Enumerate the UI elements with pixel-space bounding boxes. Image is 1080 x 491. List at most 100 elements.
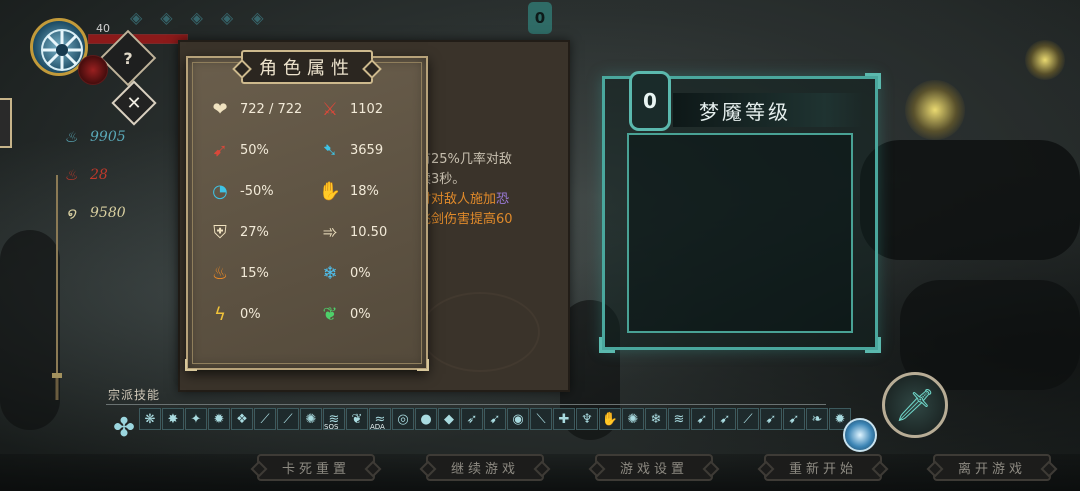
stat-defense[interactable]: ⛨ 27% <box>206 219 316 246</box>
item-effect-text: 飞剑伤害提高60 <box>418 212 513 227</box>
stat-value: 0% <box>240 307 261 322</box>
blade-icon[interactable]: ⟋ <box>737 408 759 430</box>
frost-shard-icon[interactable]: ❋ <box>139 408 161 430</box>
attributes-grid: ❤ 722 / 722 ⚔ 1102 ➹ 50% ➷ 3659 ◔ -50% ✋ 18% ⛨… <box>206 96 416 328</box>
sect-skills-label: 宗派技能 <box>108 388 161 402</box>
poison-icon: ❦ <box>322 304 338 325</box>
crit-slash-icon: ➹ <box>212 140 228 161</box>
nightmare-content-area <box>627 133 853 333</box>
wind-icon[interactable]: ≋ SOS <box>323 408 345 431</box>
frost-arrow-icon[interactable]: ➹ <box>691 408 713 430</box>
stat-attack[interactable]: ⚔ 1102 <box>316 96 416 123</box>
frost-arrow-icon[interactable]: ➹ <box>714 408 736 430</box>
wind-dash-icon[interactable]: ✦ <box>185 408 207 430</box>
stat-fire[interactable]: ♨ 15% <box>206 260 316 287</box>
red-buff-badge <box>78 55 108 85</box>
skill-badge-text: ADA <box>370 423 385 431</box>
fire-icon: ♨ <box>211 263 229 284</box>
continue-game-button[interactable]: 继续游戏 <box>426 454 544 481</box>
resource-value: 28 <box>90 167 108 183</box>
resource-value: 9580 <box>90 205 126 221</box>
stat-value: 10.50 <box>350 225 388 240</box>
frost-orb-icon[interactable] <box>843 418 877 452</box>
frost-figure-icon[interactable]: ♆ <box>576 408 598 430</box>
stat-value: 27% <box>240 225 269 240</box>
nightmare-level-badge: 0 <box>629 71 671 131</box>
slash-icon[interactable]: ⟍ <box>530 408 552 430</box>
game-settings-button[interactable]: 游戏设置 <box>595 454 713 481</box>
item-description-line: 时对敌人施加恐 <box>418 190 513 210</box>
resource-value: 9905 <box>90 129 126 145</box>
sect-skills-row: ✤ ❋ ✸ ✦ ✹ ❖ ⟋ ⟋ ✺ ≋ SOS ❦ ≈ ADA ◎ ● ◆ ➶ ➹ ◉ ⟍ ✚ ♆ ✋ ✺ ❄ ≋ ➹ ➹ ⟋ ➹ ➹ ❧ ✹ <box>110 408 851 448</box>
blue-flame-icon: ♨ <box>64 128 78 146</box>
crystal-sword-icon[interactable]: 🗡 <box>882 372 948 438</box>
boot-speed-icon: ➾ <box>322 222 338 243</box>
spiral-icon[interactable]: ◎ <box>392 408 414 430</box>
ice-spike-icon[interactable]: ✸ <box>162 408 184 430</box>
panel-corner <box>185 359 197 371</box>
cooldown-icon: ◔ <box>212 181 228 202</box>
blade-icon[interactable]: ⟋ <box>277 408 299 430</box>
wind-icon[interactable]: ≋ <box>668 408 690 430</box>
ice-fang-icon[interactable]: ❦ <box>346 408 368 430</box>
frost-star-icon[interactable]: ✺ <box>622 408 644 430</box>
frost-arrow-icon[interactable]: ➹ <box>484 408 506 430</box>
stat-value: 3659 <box>350 143 384 158</box>
shard-icon[interactable]: ◆ <box>438 408 460 430</box>
top-rune-strip: ◈◈◈◈◈ <box>130 8 282 27</box>
cross-icon[interactable]: ✚ <box>553 408 575 430</box>
lantern-glow <box>905 80 965 140</box>
stat-health[interactable]: ❤ 722 / 722 <box>206 96 316 123</box>
character-attributes-panel: 角色属性 ❤ 722 / 722 ⚔ 1102 ➹ 50% ➷ 3659 ◔ -50% ✋… <box>185 50 429 371</box>
dodge-icon: ✋ <box>318 181 342 202</box>
stat-value: 50% <box>240 143 269 158</box>
wave-icon[interactable]: ≈ ADA <box>369 408 391 431</box>
crystal-icon[interactable]: ❖ <box>231 408 253 430</box>
attributes-title: 角色属性 <box>241 50 373 84</box>
status-effect-text: 恐 <box>496 192 510 207</box>
stat-move-speed[interactable]: ➾ 10.50 <box>316 219 416 246</box>
resource-blue-flame: ♨ 9905 <box>62 128 126 146</box>
sword-attack-icon: ⚔ <box>321 99 339 120</box>
player-level: 40 <box>96 22 110 35</box>
question-icon: ? <box>123 48 133 68</box>
stat-value: 1102 <box>350 102 384 117</box>
arrow-icon[interactable]: ➶ <box>461 408 483 430</box>
blade-icon[interactable]: ⟋ <box>254 408 276 430</box>
background-tree <box>860 140 1080 260</box>
frost-arrow-icon[interactable]: ➹ <box>783 408 805 430</box>
panel-swirl-decoration <box>420 292 540 372</box>
side-tab[interactable] <box>0 98 12 148</box>
stat-value: -50% <box>240 184 274 199</box>
lightning-icon: ϟ <box>214 304 226 325</box>
snowflake-icon[interactable]: ❄ <box>645 408 667 430</box>
frost-ring-icon[interactable]: ✹ <box>208 408 230 430</box>
leave-game-button[interactable]: 离开游戏 <box>933 454 1051 481</box>
stat-ice[interactable]: ❄ 0% <box>316 260 416 287</box>
stuck-reset-button[interactable]: 卡死重置 <box>257 454 375 481</box>
orb-icon[interactable]: ● <box>415 408 437 430</box>
stat-poison[interactable]: ❦ 0% <box>316 301 416 328</box>
restart-button[interactable]: 重新开始 <box>764 454 882 481</box>
hook-icon[interactable]: ❧ <box>806 408 828 430</box>
item-description-line: 有25%几率对敌 <box>418 152 512 167</box>
stat-dodge[interactable]: ✋ 18% <box>316 178 416 205</box>
crit-damage-icon: ➷ <box>322 140 338 161</box>
frost-arrow-icon[interactable]: ➹ <box>760 408 782 430</box>
stat-crit-damage[interactable]: ➷ 3659 <box>316 137 416 164</box>
panel-corner <box>599 337 615 353</box>
panel-corner <box>865 73 881 89</box>
skills-divider <box>106 404 826 405</box>
frost-star-icon[interactable]: ✺ <box>300 408 322 430</box>
stat-value: 0% <box>350 266 371 281</box>
eye-icon[interactable]: ◉ <box>507 408 529 430</box>
stat-value: 0% <box>350 307 371 322</box>
red-flame-icon: ♨ <box>64 166 78 184</box>
soul-swirl-icon: ໑ <box>66 204 76 222</box>
stat-crit-rate[interactable]: ➹ 50% <box>206 137 316 164</box>
stat-cooldown[interactable]: ◔ -50% <box>206 178 316 205</box>
claw-icon[interactable]: ✋ <box>599 408 621 430</box>
ice-wing-icon[interactable]: ✤ <box>110 408 138 448</box>
stat-lightning[interactable]: ϟ 0% <box>206 301 316 328</box>
skill-badge-text: SOS <box>324 423 339 431</box>
